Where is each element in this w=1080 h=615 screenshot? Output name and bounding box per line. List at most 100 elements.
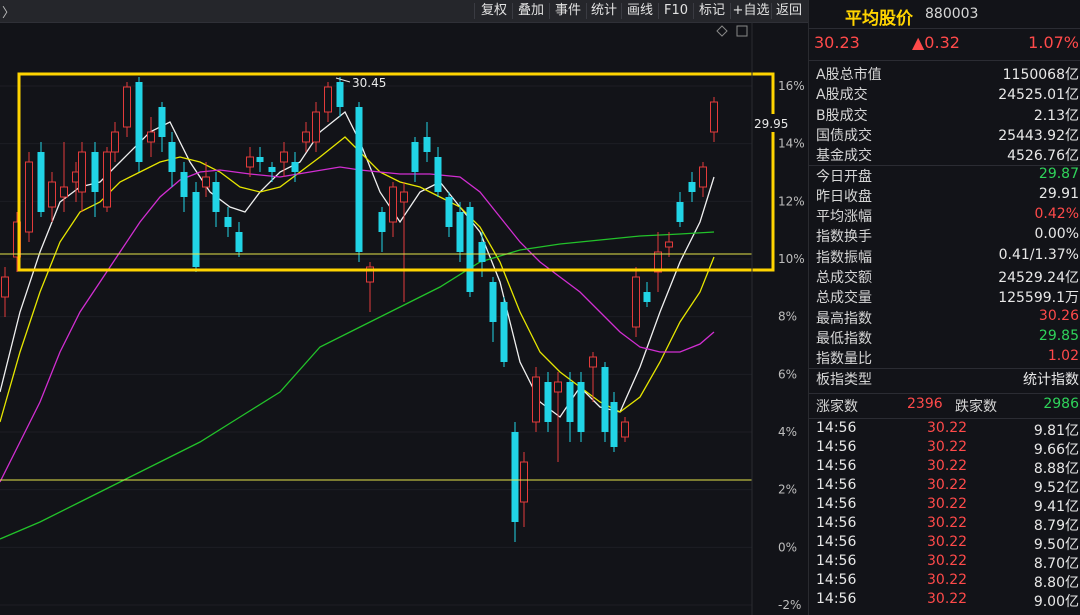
- y-axis-tick-label: 12%: [778, 194, 805, 208]
- index-code: 880003: [925, 6, 979, 22]
- stat-value: 29.91: [1038, 185, 1079, 202]
- up-count-label: 涨家数: [816, 399, 858, 415]
- candle-body: [699, 166, 707, 188]
- draw-line-button[interactable]: 画线: [622, 2, 658, 20]
- chart-grid: [0, 85, 752, 606]
- return-button[interactable]: 返回: [772, 2, 806, 20]
- tick-amount: 8.70亿: [1033, 556, 1079, 572]
- down-count-label: 跌家数: [955, 399, 997, 415]
- candle-body: [302, 131, 310, 143]
- restore-rights-button[interactable]: 复权: [476, 2, 512, 20]
- stat-label: A股总市值: [816, 67, 882, 83]
- stat-value: 24525.01亿: [998, 87, 1079, 104]
- candle-body: [434, 157, 442, 192]
- tick-time: 14:56: [816, 534, 857, 550]
- stat-value: 30.26: [1038, 307, 1079, 324]
- tick-price: 30.22: [927, 515, 968, 531]
- divider: [809, 418, 1080, 419]
- candle-body: [500, 302, 508, 362]
- candle-body: [246, 156, 254, 168]
- tick-row[interactable]: 14:56 30.22 8.80亿: [809, 572, 1080, 591]
- mark-button[interactable]: 标记: [694, 2, 730, 20]
- stat-value: 125599.1万: [998, 290, 1079, 307]
- f10-button[interactable]: F10: [659, 2, 693, 20]
- candle-body: [111, 131, 119, 153]
- stat-label: 平均涨幅: [816, 209, 872, 226]
- candle-body: [632, 276, 640, 328]
- tick-row[interactable]: 14:56 30.22 9.41亿: [809, 496, 1080, 515]
- divider: [809, 28, 1080, 29]
- tick-row[interactable]: 14:56 30.22 8.79亿: [809, 515, 1080, 534]
- candle-body: [1, 276, 9, 298]
- candle-body: [532, 376, 540, 423]
- tick-row[interactable]: 14:56 30.22 9.81亿: [809, 420, 1080, 439]
- divider: [809, 60, 1080, 61]
- index-title: 平均股价: [845, 9, 913, 29]
- stat-label: 今日开盘: [816, 168, 872, 185]
- tick-time: 14:56: [816, 458, 857, 474]
- tick-amount: 8.88亿: [1033, 461, 1079, 477]
- tick-row[interactable]: 14:56 30.22 8.70亿: [809, 553, 1080, 572]
- back-chevron-icon[interactable]: 〉: [2, 2, 15, 21]
- candle-body: [158, 107, 166, 137]
- candle-body: [478, 242, 486, 262]
- candle-body: [389, 186, 397, 223]
- events-button[interactable]: 事件: [550, 2, 586, 20]
- candle-body: [400, 191, 408, 203]
- tick-price: 30.22: [927, 458, 968, 474]
- y-axis-tick-label: 2%: [778, 483, 797, 497]
- add-watchlist-button[interactable]: +自选: [731, 2, 771, 20]
- diamond-icon[interactable]: [716, 25, 728, 37]
- candle-body: [168, 142, 176, 172]
- candle-body: [610, 402, 618, 447]
- tick-amount: 9.50亿: [1033, 537, 1079, 553]
- quote-panel: 平均股价 880003 30.23 ▲0.32 1.07% A股总市值 11500…: [808, 0, 1080, 615]
- stat-label: 指数换手: [816, 229, 872, 246]
- candle-body: [676, 202, 684, 222]
- candle-body: [235, 232, 243, 252]
- tick-amount: 9.81亿: [1033, 423, 1079, 439]
- current-price-tag: 29.95: [754, 117, 788, 131]
- candlestick-chart[interactable]: 16% 14% 12% 10% 8% 6% 4% 2% 0% -2% 30.45 29.95: [0, 22, 808, 615]
- tick-price: 30.22: [927, 553, 968, 569]
- statistics-button[interactable]: 统计: [587, 2, 621, 20]
- tick-row[interactable]: 14:56 30.22 9.66亿: [809, 439, 1080, 458]
- stat-label: 基金成交: [816, 148, 872, 165]
- y-axis-tick-label: 6%: [778, 367, 797, 381]
- up-count-value: 2396: [907, 396, 943, 412]
- tick-amount: 8.79亿: [1033, 518, 1079, 534]
- candle-body: [355, 107, 363, 252]
- tick-price: 30.22: [927, 534, 968, 550]
- tick-row[interactable]: 14:56 30.22 8.88亿: [809, 458, 1080, 477]
- y-axis-tick-label: -2%: [778, 598, 801, 612]
- candle-body: [268, 167, 276, 172]
- y-axis-labels: 16% 14% 12% 10% 8% 6% 4% 2% 0% -2%: [778, 79, 805, 612]
- overlay-button[interactable]: 叠加: [513, 2, 549, 20]
- tick-amount: 9.41亿: [1033, 499, 1079, 515]
- candle-body: [577, 382, 585, 432]
- tick-price: 30.22: [927, 496, 968, 512]
- candle-body: [554, 381, 562, 393]
- stat-label: 最高指数: [816, 310, 872, 327]
- stat-value: 0.41/1.37%: [998, 246, 1079, 263]
- tick-row[interactable]: 14:56 30.22 9.52亿: [809, 477, 1080, 496]
- stat-value: 29.85: [1038, 327, 1079, 344]
- candle-body: [60, 186, 68, 198]
- toolbar-divider: [474, 3, 475, 19]
- candle-body: [180, 172, 188, 197]
- candle-body: [312, 111, 320, 143]
- tick-price: 30.22: [927, 572, 968, 588]
- stat-value: 2.13亿: [1033, 107, 1079, 124]
- stat-label: A股成交: [816, 87, 868, 104]
- tick-row[interactable]: 14:56 30.22 9.00亿: [809, 591, 1080, 610]
- window-icon[interactable]: [736, 25, 748, 37]
- price-change: ▲0.32: [912, 33, 960, 52]
- tick-row[interactable]: 14:56 30.22 9.50亿: [809, 534, 1080, 553]
- candle-body: [224, 217, 232, 227]
- candle-body: [621, 421, 629, 438]
- candle-body: [25, 161, 33, 233]
- candle-body: [411, 142, 419, 172]
- tick-amount: 9.52亿: [1033, 480, 1079, 496]
- high-marker-arrow: [335, 77, 351, 83]
- tick-time: 14:56: [816, 572, 857, 588]
